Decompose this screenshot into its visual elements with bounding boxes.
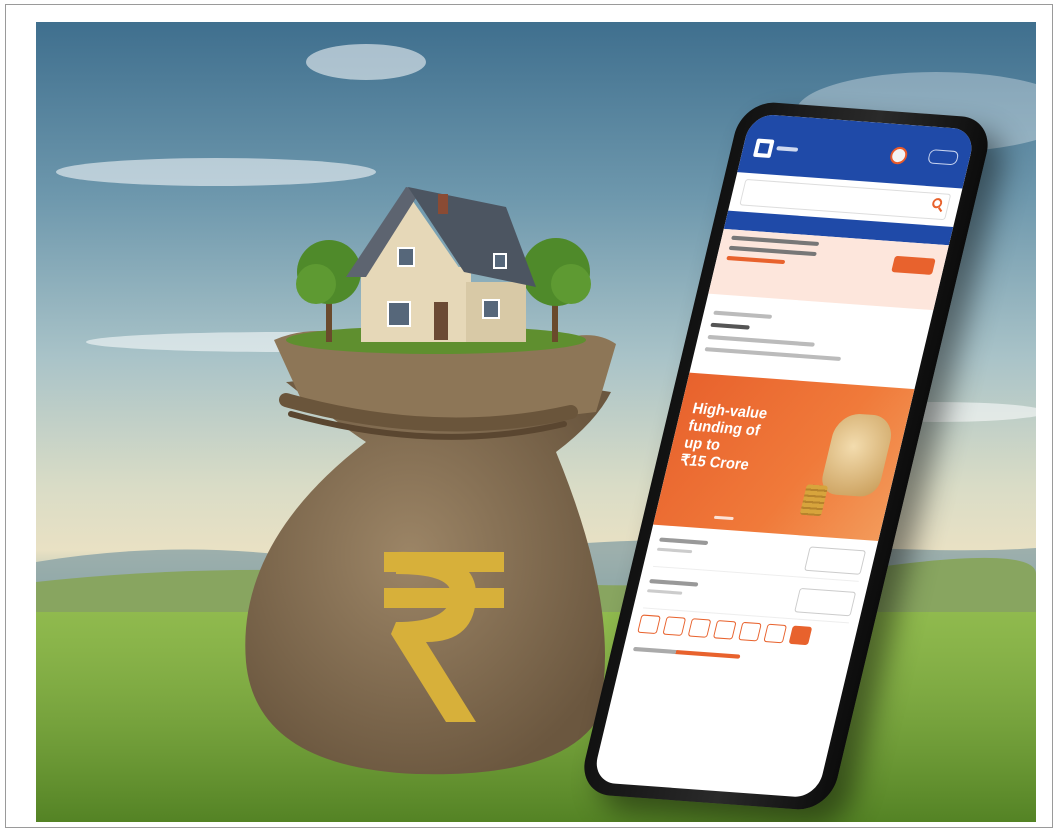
header-chip [926,149,960,166]
photo-scene: High-value funding of up to ₹15 Crore [36,22,1036,822]
row-value [794,587,857,617]
app-logo-icon [752,138,775,159]
chip [687,618,712,638]
row-value [804,546,867,575]
footer-link-line [632,646,741,659]
chip-selected [788,625,813,646]
money-sack [245,330,616,775]
tree-right [522,238,591,342]
user-icon [888,146,910,165]
money-bag-icon [818,412,897,498]
banner-headline: High-value funding of up to ₹15 Crore [678,399,770,474]
chip [637,614,661,635]
carousel-indicator [713,515,734,521]
calc-row [642,572,858,624]
promo-line-accent [726,255,786,265]
row-label [658,537,709,546]
house [346,187,536,342]
row-label [649,579,699,587]
chip [738,621,762,642]
promo-cta [891,255,936,275]
app-logo-text [776,146,799,152]
chip [662,616,687,636]
tree-left [296,240,361,342]
row-sublabel [656,547,693,554]
search-icon [931,197,944,209]
promo-line [731,235,820,247]
chip [763,623,788,644]
calc-row [652,531,868,582]
row-sublabel [646,589,683,595]
text-line [707,334,816,347]
text-line [713,310,773,319]
funding-banner: High-value funding of up to ₹15 Crore [653,372,915,542]
chip [712,619,737,640]
coins-icon [799,484,829,517]
promo-line [728,245,817,257]
text-line [704,347,842,362]
text-line [710,322,751,330]
